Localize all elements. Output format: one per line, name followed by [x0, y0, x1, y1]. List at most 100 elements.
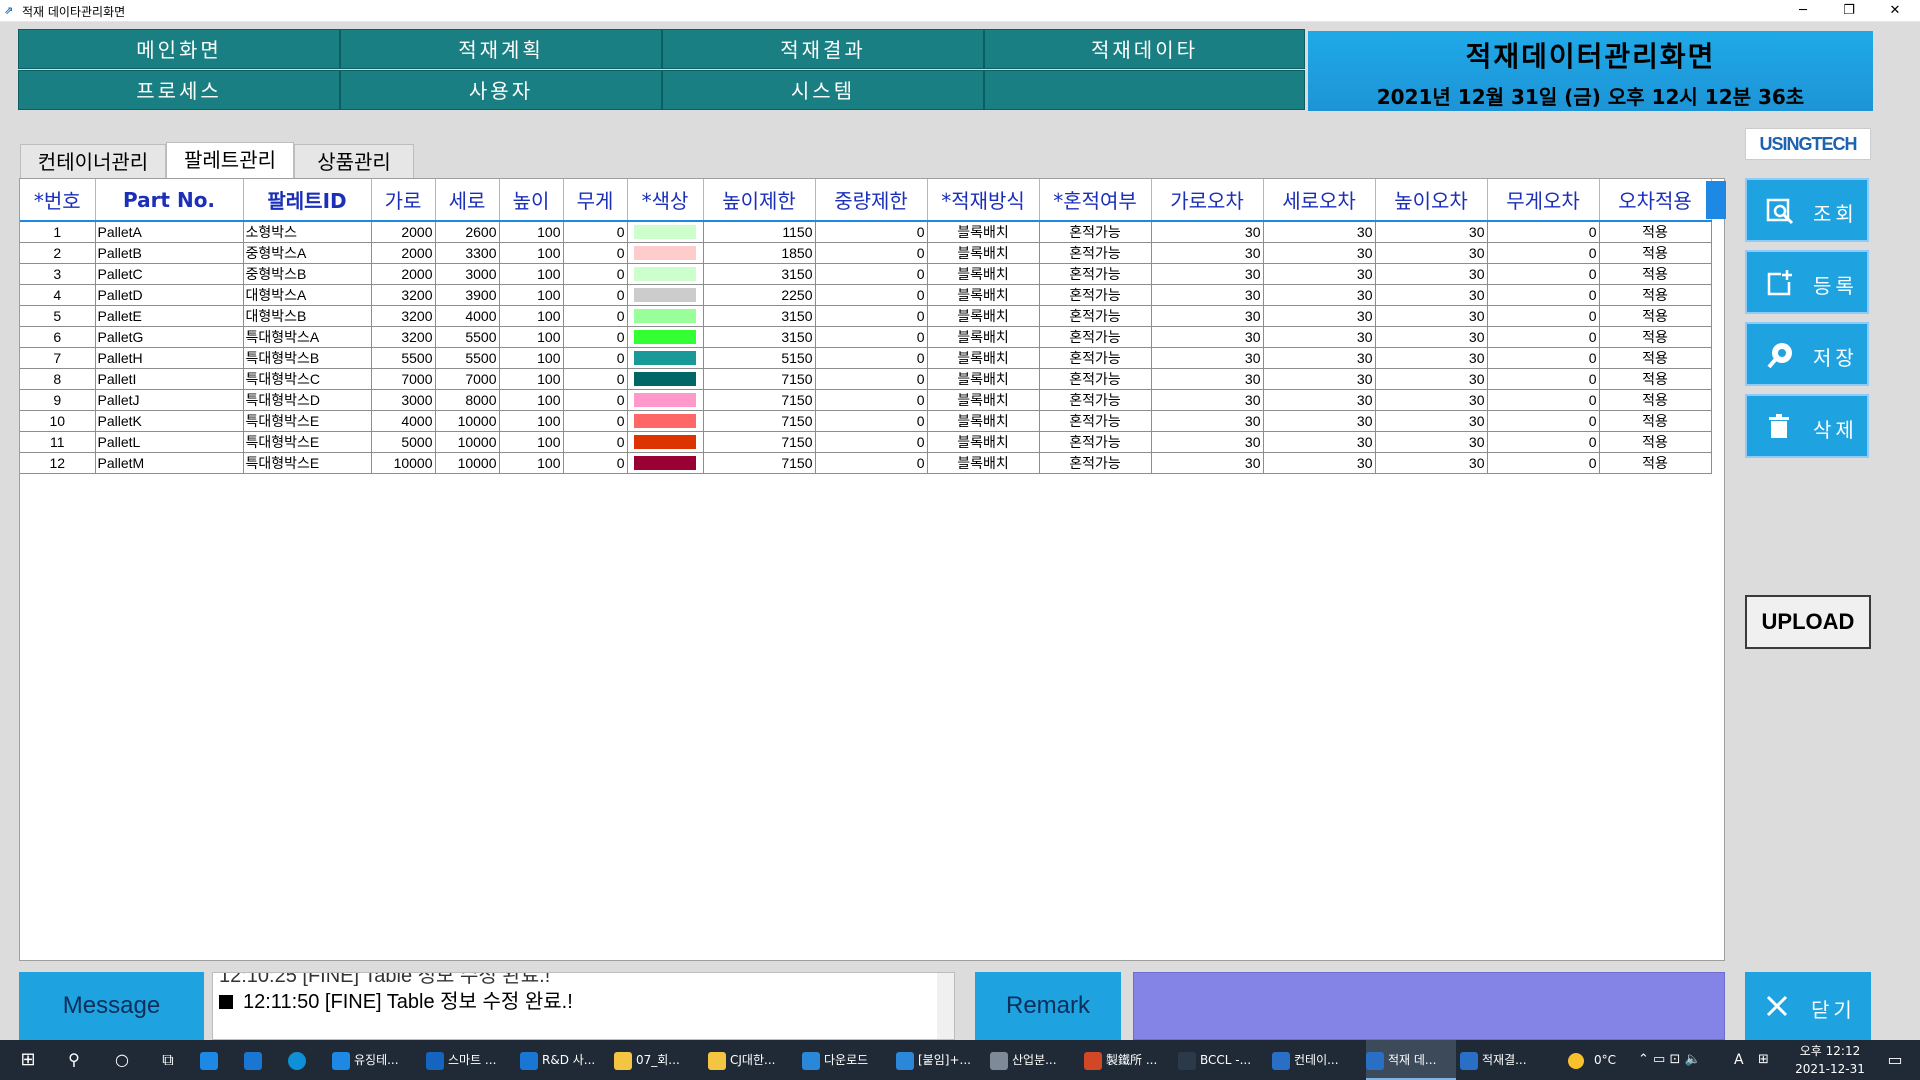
taskbar-item[interactable]: 유징테...: [332, 1040, 422, 1080]
cell-loading-method[interactable]: 블록배치: [927, 284, 1040, 306]
tab-container-management[interactable]: 컨테이너관리: [20, 144, 166, 178]
cell-pallet-id[interactable]: 특대형박스E: [243, 452, 372, 474]
column-header-weight-limit[interactable]: 중량제한: [815, 179, 928, 222]
cell-color[interactable]: [627, 305, 704, 327]
cell-color[interactable]: [627, 431, 704, 453]
cell-depth[interactable]: 5500: [435, 326, 500, 348]
cell-height-limit[interactable]: 7150: [703, 431, 816, 453]
column-header-height-tolerance[interactable]: 높이오차: [1375, 179, 1488, 222]
cell-mixing[interactable]: 혼적가능: [1039, 347, 1152, 369]
upload-button[interactable]: UPLOAD: [1745, 595, 1871, 649]
cell-part-no[interactable]: PalletB: [95, 242, 244, 264]
cell-weight[interactable]: 0: [563, 305, 628, 327]
edge-icon[interactable]: [288, 1040, 316, 1080]
cell-weight[interactable]: 0: [563, 326, 628, 348]
clock-time[interactable]: 오후 12:12: [1788, 1042, 1872, 1060]
table-row[interactable]: 2 PalletB 중형박스A 2000 3300 100 0 1850 0 블록배치 혼적가능 30…: [20, 242, 1712, 264]
cell-part-no[interactable]: PalletD: [95, 284, 244, 306]
cell-depth[interactable]: 10000: [435, 431, 500, 453]
cell-part-no[interactable]: PalletM: [95, 452, 244, 474]
cell-color[interactable]: [627, 221, 704, 243]
cell-height-tolerance[interactable]: 30: [1375, 326, 1488, 348]
cell-height-limit[interactable]: 1150: [703, 221, 816, 243]
cell-color[interactable]: [627, 263, 704, 285]
cell-weight-tolerance[interactable]: 0: [1487, 284, 1600, 306]
cell-weight-limit[interactable]: 0: [815, 221, 928, 243]
cell-width[interactable]: 4000: [371, 410, 436, 432]
cell-weight-limit[interactable]: 0: [815, 242, 928, 264]
cell-width[interactable]: 3200: [371, 305, 436, 327]
column-header-width[interactable]: 가로: [371, 179, 436, 222]
cell-weight-limit[interactable]: 0: [815, 368, 928, 390]
cell-loading-method[interactable]: 블록배치: [927, 410, 1040, 432]
cell-part-no[interactable]: PalletJ: [95, 389, 244, 411]
cell-weight-limit[interactable]: 0: [815, 347, 928, 369]
cell-mixing[interactable]: 혼적가능: [1039, 242, 1152, 264]
cell-depth-tolerance[interactable]: 30: [1263, 284, 1376, 306]
column-header-height-limit[interactable]: 높이제한: [703, 179, 816, 222]
cell-depth[interactable]: 8000: [435, 389, 500, 411]
cell-weight-limit[interactable]: 0: [815, 326, 928, 348]
cell-height-tolerance[interactable]: 30: [1375, 347, 1488, 369]
register-button[interactable]: 등록: [1745, 250, 1869, 314]
cell-row-number[interactable]: 6: [20, 326, 96, 348]
restore-button[interactable]: ❐: [1826, 0, 1872, 22]
taskbar-item[interactable]: 製鐵所 ...: [1084, 1040, 1174, 1080]
cell-loading-method[interactable]: 블록배치: [927, 221, 1040, 243]
cell-depth[interactable]: 2600: [435, 221, 500, 243]
cell-pallet-id[interactable]: 특대형박스A: [243, 326, 372, 348]
message-log[interactable]: 12:10:25 [FINE] Table 정보 수정 완료.! 12:11:5…: [212, 972, 955, 1040]
cell-depth[interactable]: 3000: [435, 263, 500, 285]
cell-part-no[interactable]: PalletL: [95, 431, 244, 453]
cell-row-number[interactable]: 4: [20, 284, 96, 306]
column-header-depth[interactable]: 세로: [435, 179, 500, 222]
cell-loading-method[interactable]: 블록배치: [927, 431, 1040, 453]
cell-weight[interactable]: 0: [563, 431, 628, 453]
cell-row-number[interactable]: 8: [20, 368, 96, 390]
cell-row-number[interactable]: 1: [20, 221, 96, 243]
menu-process[interactable]: 프로세스: [18, 70, 340, 110]
cell-loading-method[interactable]: 블록배치: [927, 242, 1040, 264]
cell-weight-limit[interactable]: 0: [815, 305, 928, 327]
cell-depth-tolerance[interactable]: 30: [1263, 389, 1376, 411]
cell-part-no[interactable]: PalletG: [95, 326, 244, 348]
search-button[interactable]: 조회: [1745, 178, 1869, 242]
cell-depth[interactable]: 3900: [435, 284, 500, 306]
cell-depth-tolerance[interactable]: 30: [1263, 221, 1376, 243]
column-header-part-no[interactable]: Part No.: [95, 179, 244, 222]
cell-height[interactable]: 100: [499, 431, 564, 453]
cell-tolerance-apply[interactable]: 적용: [1599, 431, 1712, 453]
cell-width[interactable]: 10000: [371, 452, 436, 474]
cell-row-number[interactable]: 3: [20, 263, 96, 285]
cell-weight[interactable]: 0: [563, 452, 628, 474]
cell-weight-limit[interactable]: 0: [815, 410, 928, 432]
cell-pallet-id[interactable]: 특대형박스B: [243, 347, 372, 369]
cell-pallet-id[interactable]: 특대형박스C: [243, 368, 372, 390]
cell-height[interactable]: 100: [499, 347, 564, 369]
cell-height-limit[interactable]: 7150: [703, 410, 816, 432]
cell-weight-tolerance[interactable]: 0: [1487, 452, 1600, 474]
cell-mixing[interactable]: 혼적가능: [1039, 452, 1152, 474]
cell-weight-limit[interactable]: 0: [815, 431, 928, 453]
cell-weight-tolerance[interactable]: 0: [1487, 242, 1600, 264]
cell-weight-tolerance[interactable]: 0: [1487, 368, 1600, 390]
store-icon[interactable]: [200, 1040, 228, 1080]
cell-height-limit[interactable]: 3150: [703, 305, 816, 327]
table-row[interactable]: 4 PalletD 대형박스A 3200 3900 100 0 2250 0 블록배치 혼적가능 30…: [20, 284, 1712, 306]
minimize-button[interactable]: ─: [1780, 0, 1826, 22]
cell-color[interactable]: [627, 410, 704, 432]
menu-user[interactable]: 사용자: [340, 70, 662, 110]
cell-height[interactable]: 100: [499, 410, 564, 432]
cell-tolerance-apply[interactable]: 적용: [1599, 368, 1712, 390]
cell-weight[interactable]: 0: [563, 410, 628, 432]
cell-width-tolerance[interactable]: 30: [1151, 368, 1264, 390]
cell-color[interactable]: [627, 284, 704, 306]
cell-row-number[interactable]: 11: [20, 431, 96, 453]
windows-start-icon[interactable]: ⊞: [10, 1040, 46, 1080]
cell-part-no[interactable]: PalletK: [95, 410, 244, 432]
cell-tolerance-apply[interactable]: 적용: [1599, 242, 1712, 264]
cell-mixing[interactable]: 혼적가능: [1039, 410, 1152, 432]
column-header-weight[interactable]: 무게: [563, 179, 628, 222]
remark-field[interactable]: [1133, 972, 1725, 1040]
column-header-weight-tolerance[interactable]: 무게오차: [1487, 179, 1600, 222]
